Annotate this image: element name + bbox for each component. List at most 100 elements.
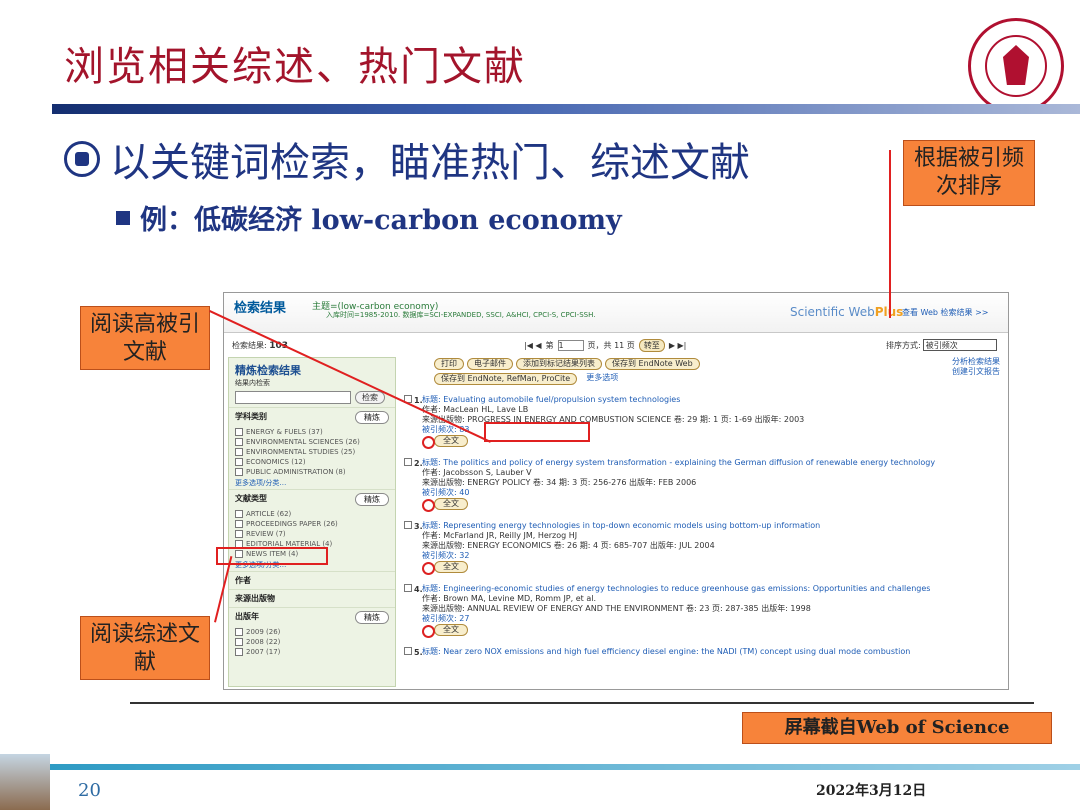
title-rule xyxy=(52,104,1080,114)
citation-report-link[interactable]: 创建引文报告 xyxy=(952,367,1000,377)
record-checkbox[interactable] xyxy=(404,458,412,466)
refine-option[interactable]: ENVIRONMENTAL SCIENCES (26) xyxy=(229,437,395,447)
tool-button[interactable]: 打印 xyxy=(434,358,464,370)
search-within-input[interactable] xyxy=(235,391,351,404)
tool-button[interactable]: 保存到 EndNote, RefMan, ProCite xyxy=(434,373,578,385)
checkbox[interactable] xyxy=(235,648,243,656)
square-bullet-icon xyxy=(116,210,130,225)
prev-page-icon[interactable]: |◀ ◀ xyxy=(524,341,542,350)
refine-option[interactable]: PUBLIC ADMINISTRATION (8) xyxy=(229,467,395,477)
checkbox[interactable] xyxy=(235,468,243,476)
record-number: 3. xyxy=(414,522,423,531)
record-cited[interactable]: 被引频次: 27 xyxy=(422,614,1004,624)
checkbox[interactable] xyxy=(235,438,243,446)
slide-title: 浏览相关综述、热门文献 xyxy=(64,44,526,90)
bullet-icon xyxy=(64,141,100,177)
record-title[interactable]: 标题: Engineering-economic studies of ener… xyxy=(422,584,1004,594)
record-checkbox[interactable] xyxy=(404,584,412,592)
checkbox[interactable] xyxy=(235,638,243,646)
tool-button[interactable]: 添加到标记结果列表 xyxy=(516,358,602,370)
fulltext-button[interactable]: 全文 xyxy=(434,498,468,510)
refine-section[interactable]: 文献类型 精炼 xyxy=(229,489,395,509)
refine-button[interactable]: 精炼 xyxy=(355,493,389,506)
refine-option-label: ENVIRONMENTAL SCIENCES (26) xyxy=(246,438,360,446)
refine-option[interactable]: 2009 (26) xyxy=(229,627,395,637)
output-tools: 打印 电子邮件 添加到标记结果列表 保存到 EndNote Web 保存到 EndNot… xyxy=(404,357,804,386)
callout-read-highly-cited: 阅读高被引文献 xyxy=(80,306,210,370)
tool-button[interactable]: 电子邮件 xyxy=(467,358,513,370)
next-page-icon[interactable]: ▶ ▶| xyxy=(669,341,687,350)
record-number: 5. xyxy=(414,648,423,657)
sort-select[interactable]: 被引频次 xyxy=(922,339,997,351)
results-list: 打印 电子邮件 添加到标记结果列表 保存到 EndNote Web 保存到 EndNot… xyxy=(404,357,1004,687)
refine-option-label: ENVIRONMENTAL STUDIES (25) xyxy=(246,448,356,456)
refine-option-label: PROCEEDINGS PAPER (26) xyxy=(246,520,338,528)
refine-section-label: 学科类别 xyxy=(235,412,267,421)
refine-option[interactable]: ENVIRONMENTAL STUDIES (25) xyxy=(229,447,395,457)
refine-section[interactable]: 来源出版物 xyxy=(229,589,395,607)
refine-option[interactable]: 2007 (17) xyxy=(229,647,395,657)
search-within-button[interactable]: 检索 xyxy=(355,391,385,404)
slide-subheading: 例：低碳经济 low-carbon economy xyxy=(116,198,622,237)
refine-section[interactable]: 出版年 精炼 xyxy=(229,607,395,627)
callout-read-reviews: 阅读综述文献 xyxy=(80,616,210,680)
record-title[interactable]: 标题: Near zero NOX emissions and high fue… xyxy=(422,647,1004,657)
refine-button[interactable]: 精炼 xyxy=(355,611,389,624)
record-title[interactable]: 标题: Evaluating automobile fuel/propulsio… xyxy=(422,395,1004,405)
record-source: 来源出版物: ENERGY ECONOMICS 卷: 26 期: 4 页: 68… xyxy=(422,541,715,550)
checkbox[interactable] xyxy=(235,628,243,636)
arrow-sort xyxy=(889,150,891,318)
record-title[interactable]: 标题: Representing energy technologies in … xyxy=(422,521,1004,531)
record-authors: 作者: McFarland JR, Reilly JM, Herzog HJ xyxy=(422,531,578,540)
record-cited[interactable]: 被引频次: 32 xyxy=(422,551,1004,561)
record-checkbox[interactable] xyxy=(404,647,412,655)
refine-title: 精炼检索结果 xyxy=(235,364,301,377)
fulltext-button[interactable]: 全文 xyxy=(434,435,468,447)
go-to-page-button[interactable]: 转至 xyxy=(638,339,665,352)
highlight-review-filter xyxy=(216,547,328,565)
query-meta: 入库时间=1985-2010. 数据库=SCI-EXPANDED, SSCI, … xyxy=(326,311,596,319)
callout-sort-by-citations: 根据被引频次排序 xyxy=(903,140,1035,206)
checkbox[interactable] xyxy=(235,448,243,456)
record-number: 2. xyxy=(414,459,423,468)
analyze-results-link[interactable]: 分析检索结果 xyxy=(952,357,1000,367)
refine-button[interactable]: 精炼 xyxy=(355,411,389,424)
record-checkbox[interactable] xyxy=(404,521,412,529)
university-logo xyxy=(968,18,1064,114)
pager: |◀ ◀ 第 1 页，共 11 页 转至 ▶ ▶| xyxy=(524,339,687,352)
checkbox[interactable] xyxy=(235,510,243,518)
record-title[interactable]: 标题: The politics and policy of energy sy… xyxy=(422,458,1004,468)
view-web-results-link[interactable]: 查看 Web 检索结果 >> xyxy=(902,307,988,318)
record-cited[interactable]: 被引频次: 40 xyxy=(422,488,1004,498)
more-options-link[interactable]: 更多选项 xyxy=(580,373,624,385)
refine-section[interactable]: 作者 xyxy=(229,571,395,589)
refine-option[interactable]: ENERGY & FUELS (37) xyxy=(229,427,395,437)
checkbox[interactable] xyxy=(235,520,243,528)
tool-button[interactable]: 保存到 EndNote Web xyxy=(605,358,700,370)
refine-option[interactable]: REVIEW (7) xyxy=(229,529,395,539)
fulltext-button[interactable]: 全文 xyxy=(434,561,468,573)
slide-date: 2022年3月12日 xyxy=(816,783,927,799)
refine-option[interactable]: 2008 (22) xyxy=(229,637,395,647)
record-number: 4. xyxy=(414,585,423,594)
refine-option-label: ENERGY & FUELS (37) xyxy=(246,428,323,436)
refine-option[interactable]: ARTICLE (62) xyxy=(229,509,395,519)
checkbox[interactable] xyxy=(235,458,243,466)
record-authors: 作者: MacLean HL, Lave LB xyxy=(422,405,529,414)
fulltext-button[interactable]: 全文 xyxy=(434,624,468,636)
more-categories-link[interactable]: 更多选项/分类… xyxy=(229,477,395,489)
record-source: 来源出版物: ANNUAL REVIEW OF ENERGY AND THE E… xyxy=(422,604,811,613)
record-item: 5. 标题: Near zero NOX emissions and high f… xyxy=(404,645,1004,659)
refine-option[interactable]: PROCEEDINGS PAPER (26) xyxy=(229,519,395,529)
refine-section[interactable]: 学科类别 精炼 xyxy=(229,407,395,427)
page-input[interactable]: 1 xyxy=(557,340,584,351)
refine-option-label: 2008 (22) xyxy=(246,638,281,646)
analysis-links: 分析检索结果 创建引文报告 xyxy=(952,357,1000,377)
record-item: 2. 标题: The politics and policy of energy … xyxy=(404,456,1004,512)
results-header: 检索结果 主题=(low-carbon economy) 入库时间=1985-2… xyxy=(224,293,1008,333)
checkbox[interactable] xyxy=(235,530,243,538)
checkbox[interactable] xyxy=(235,428,243,436)
refine-option[interactable]: ECONOMICS (12) xyxy=(229,457,395,467)
bottom-rule xyxy=(130,702,1034,704)
webplus-brand[interactable]: Scientific WebPlus xyxy=(790,305,903,319)
